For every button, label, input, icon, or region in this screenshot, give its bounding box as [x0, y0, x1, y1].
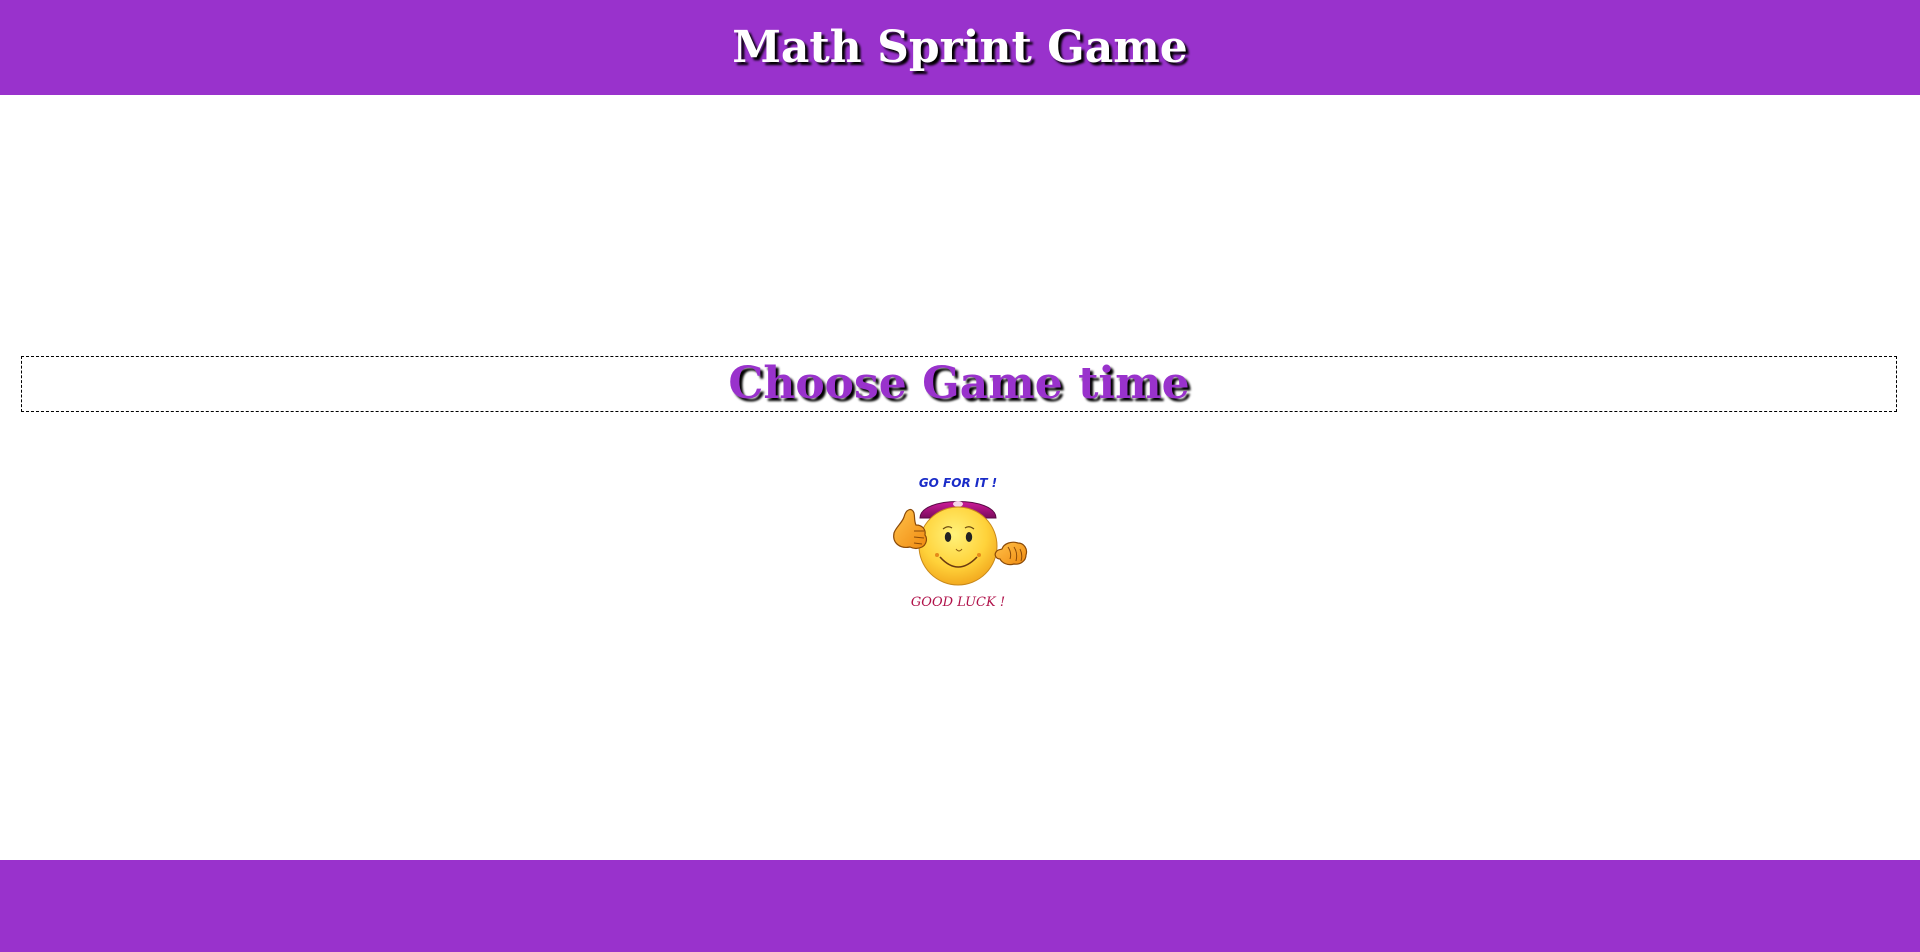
header: Math Sprint Game — [0, 0, 1920, 95]
good-luck-smiley-icon: GO FOR IT ! GOOD LUCK ! — [893, 476, 1028, 610]
page-title: Math Sprint Game — [732, 21, 1188, 73]
mascot-top-text: GO FOR IT ! — [919, 476, 997, 490]
mascot-bottom-text: GOOD LUCK ! — [911, 595, 1005, 610]
countdown-box: Choose Game time — [21, 356, 1897, 412]
footer — [0, 860, 1920, 952]
countdown-page: Choose Game time GO FOR IT ! GOOD LUCK ! — [0, 95, 1920, 860]
countdown-text: Choose Game time — [728, 358, 1190, 409]
